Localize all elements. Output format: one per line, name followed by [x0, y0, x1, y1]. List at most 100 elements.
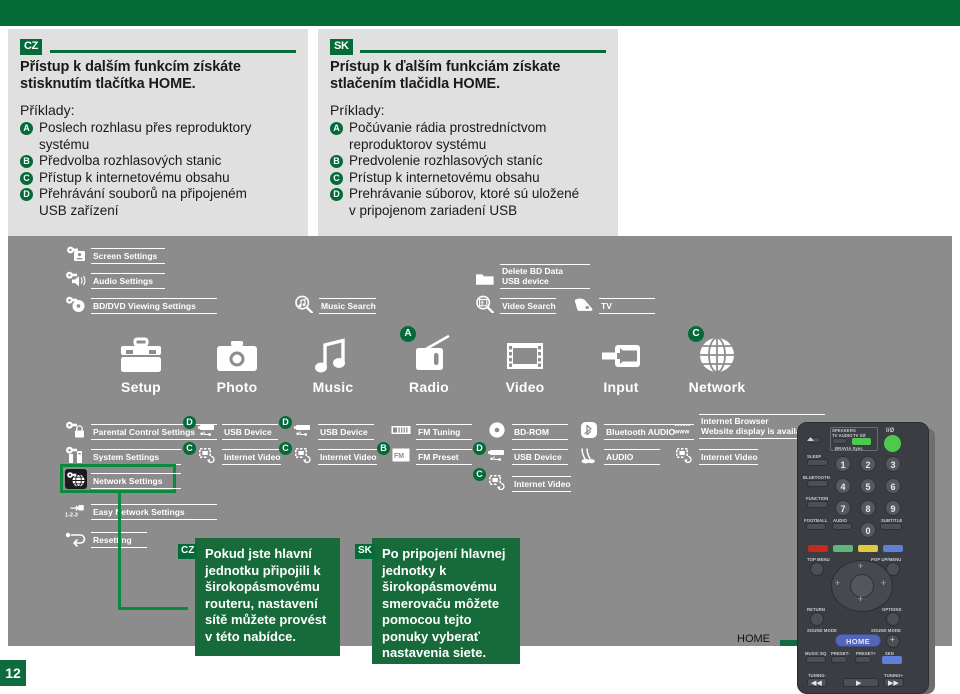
- home-button[interactable]: HOME: [835, 634, 881, 647]
- menu-entry-label: USB Device: [318, 424, 374, 440]
- rewind-icon: ◀◀: [811, 680, 822, 687]
- menu-entry-photo-internet-video[interactable]: Internet Video: [196, 445, 281, 465]
- number-button-6[interactable]: 6: [885, 478, 901, 494]
- yellow-button[interactable]: [858, 545, 878, 552]
- green-button[interactable]: [833, 545, 853, 552]
- menu-entry-label-line2: USB device: [502, 275, 549, 286]
- menu-entry-bd-rom[interactable]: BD-ROM: [486, 420, 568, 440]
- menu-entry-audio-input[interactable]: AUDIO: [578, 445, 660, 465]
- list-item: D Přehrávání souborů na připojeném USB z…: [20, 186, 298, 219]
- category-music[interactable]: Music: [287, 331, 379, 395]
- lang-rule-sk: [360, 50, 606, 53]
- note-heading-sk: Prístup k ďalším funkciám získate stlače…: [330, 59, 561, 92]
- badge-c-icon: C: [330, 171, 343, 185]
- fm-tuning-icon: [390, 420, 412, 440]
- bluetooth-button[interactable]: [807, 480, 828, 487]
- red-button[interactable]: [808, 545, 828, 552]
- menu-entry-video-usb-device[interactable]: USB Device: [486, 445, 568, 465]
- number-button-5[interactable]: 5: [860, 478, 876, 494]
- callout-tag-sk: SK: [355, 544, 375, 559]
- audio-button[interactable]: [832, 523, 852, 530]
- badge-d-icon: D: [473, 438, 486, 456]
- return-button[interactable]: [810, 612, 824, 626]
- menu-entry-fm-preset[interactable]: FM FM Preset: [390, 445, 472, 465]
- list-item: C Prístup k internetovému obsahu: [330, 170, 608, 187]
- menu-entry-bd-dvd-viewing-settings[interactable]: BD/DVD Viewing Settings: [65, 294, 217, 314]
- menu-entry-music-search[interactable]: Music Search: [293, 294, 376, 314]
- category-radio[interactable]: A Radio: [383, 326, 475, 395]
- number-button-7[interactable]: 7: [835, 500, 851, 516]
- menu-entry-music-usb-device[interactable]: USB Device: [292, 420, 374, 440]
- function-button[interactable]: [807, 501, 828, 508]
- note-subheading-sk: Príklady:: [330, 102, 385, 118]
- menu-entry-system-settings[interactable]: System Settings: [65, 445, 181, 465]
- menu-entry-network-settings[interactable]: Network Settings: [65, 469, 181, 489]
- menu-entry-video-internet-video[interactable]: Internet Video: [486, 472, 571, 492]
- usb-device-icon: [196, 420, 218, 440]
- preset-plus-button[interactable]: [855, 656, 871, 663]
- options-button[interactable]: [886, 612, 900, 626]
- number-button-1[interactable]: 1: [835, 456, 851, 472]
- tv-power-button[interactable]: [852, 438, 871, 445]
- number-button-4[interactable]: 4: [835, 478, 851, 494]
- bravia-sync-label: BRAVIA Sync: [835, 445, 863, 451]
- badge-d-label: D: [279, 416, 292, 429]
- toolbox-icon: [95, 331, 187, 375]
- list-item-text: Prehrávanie súborov, ktoré sú uložené: [349, 186, 580, 201]
- speakers-button[interactable]: [832, 438, 847, 444]
- note-panel-cz: CZ Přístup k dalším funkcím získáte stis…: [8, 29, 308, 236]
- category-label: Photo: [216, 379, 258, 395]
- badge-d-icon: D: [20, 188, 33, 201]
- menu-entry-resetting[interactable]: Resetting: [65, 528, 147, 548]
- note-panel-sk: SK Prístup k ďalším funkciám získate stl…: [318, 29, 618, 236]
- menu-entry-screen-settings[interactable]: Screen Settings: [65, 244, 165, 264]
- list-item: A Počúvanie rádia prostredníctvom reprod…: [330, 120, 608, 153]
- sleep-button[interactable]: [807, 459, 828, 466]
- football-button[interactable]: [806, 523, 826, 530]
- tv-icon: [573, 294, 595, 314]
- audio-cable-icon: [578, 445, 600, 465]
- number-button-8[interactable]: 8: [860, 500, 876, 516]
- category-input[interactable]: Input: [575, 331, 667, 395]
- top-green-band: [0, 0, 960, 26]
- category-photo[interactable]: Photo: [191, 331, 283, 395]
- menu-entry-tv[interactable]: TV: [573, 294, 655, 314]
- menu-entry-label: Video Search: [500, 298, 556, 314]
- blue-button[interactable]: [883, 545, 903, 552]
- subtitle-button[interactable]: [880, 523, 902, 530]
- list-item: A Poslech rozhlasu přes reproduktory sys…: [20, 120, 298, 153]
- music-eq-button[interactable]: [806, 656, 826, 663]
- usb-device-icon: [292, 420, 314, 440]
- lang-row-cz: CZ: [20, 39, 296, 55]
- audio-settings-icon: [65, 269, 87, 289]
- menu-entry-fm-tuning[interactable]: FM Tuning: [390, 420, 472, 440]
- number-button-9[interactable]: 9: [885, 500, 901, 516]
- menu-entry-network-internet-video[interactable]: Internet Video: [673, 445, 758, 465]
- remote-body: SPEAKERS TV AUDIO TV I/Ø BRAVIA Sync I/Ø…: [797, 422, 929, 694]
- menu-entry-photo-usb-device[interactable]: USB Device: [196, 420, 278, 440]
- number-button-0[interactable]: 0: [860, 522, 876, 538]
- badge-a-icon: A: [20, 122, 33, 135]
- callout-text-sk: Po pripojení hlavnej jednotky k širokopá…: [382, 546, 506, 660]
- number-button-3[interactable]: 3: [885, 456, 901, 472]
- note-heading-cz: Přístup k dalším funkcím získáte stisknu…: [20, 59, 241, 92]
- preset-minus-button[interactable]: [831, 656, 847, 663]
- power-button[interactable]: [884, 435, 901, 452]
- menu-entry-delete-bd-data[interactable]: Delete BD Data USB device: [474, 264, 590, 289]
- menu-entry-video-search[interactable]: Video Search: [474, 294, 556, 314]
- number-button-2[interactable]: 2: [860, 456, 876, 472]
- category-video[interactable]: Video: [479, 331, 571, 395]
- menu-entry-easy-network-settings[interactable]: 1-2-3 Easy Network Settings: [65, 500, 217, 520]
- menu-entry-music-internet-video[interactable]: Internet Video: [292, 445, 377, 465]
- badge-c-label: C: [688, 326, 704, 342]
- menu-entry-audio-settings[interactable]: Audio Settings: [65, 269, 165, 289]
- category-setup[interactable]: Setup: [95, 331, 187, 395]
- top-menu-button[interactable]: [810, 562, 824, 576]
- dpad-enter-button[interactable]: [850, 574, 874, 598]
- menu-entry-label: Music Search: [319, 298, 376, 314]
- badge-c-icon: C: [20, 171, 33, 185]
- category-label: Radio: [409, 379, 449, 395]
- category-network[interactable]: C Network: [671, 326, 763, 395]
- menu-entry-label-line1: Internet Browser: [701, 416, 769, 426]
- sen-button[interactable]: [882, 656, 902, 664]
